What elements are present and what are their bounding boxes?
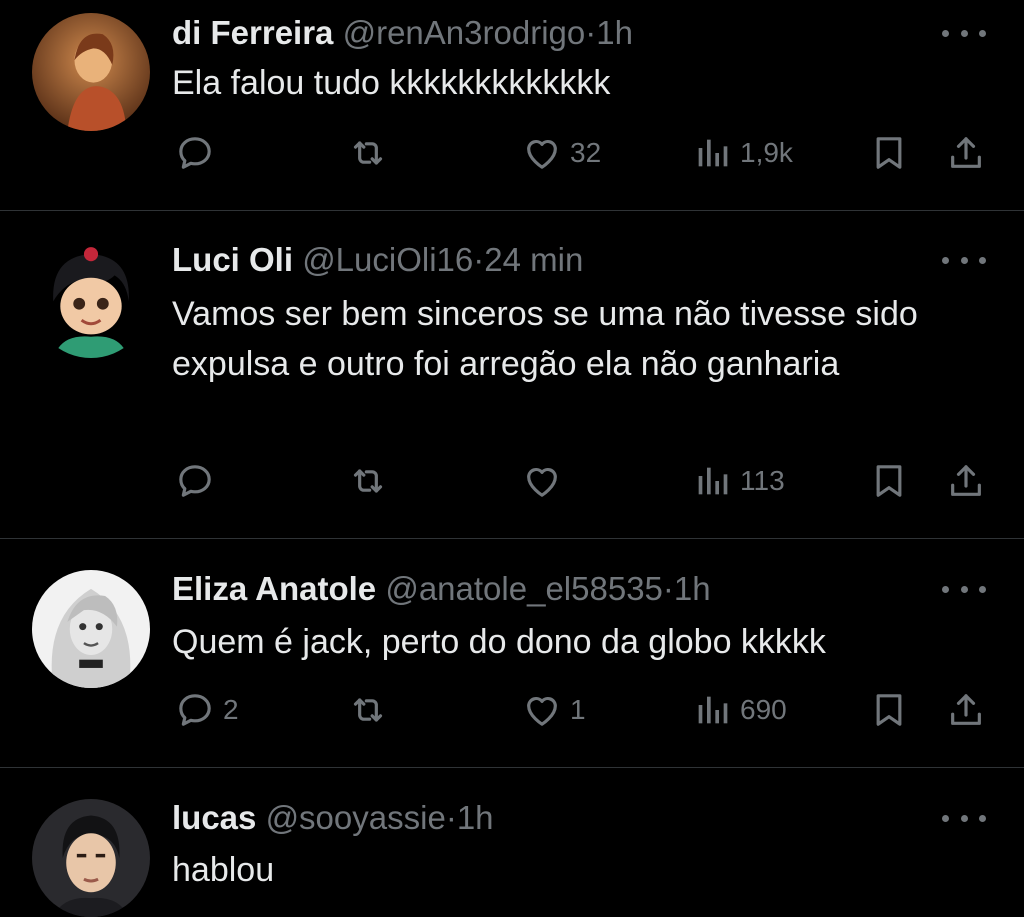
more-icon[interactable] <box>942 18 986 48</box>
retweet-icon <box>348 133 388 173</box>
more-icon[interactable] <box>942 803 986 833</box>
display-name[interactable]: Eliza Anatole <box>172 570 376 607</box>
timestamp[interactable]: 24 min <box>484 241 583 278</box>
like-button[interactable]: 32 <box>522 128 601 178</box>
view-count: 690 <box>740 694 787 725</box>
tweet-header: di Ferreira @renAn3rodrigo·1h <box>172 13 633 53</box>
display-name[interactable]: Luci Oli <box>172 241 293 278</box>
views-button[interactable]: 113 <box>692 456 785 506</box>
views-icon <box>692 690 732 730</box>
like-button[interactable] <box>522 456 570 506</box>
bookmark-button[interactable] <box>869 685 909 735</box>
action-bar: 113 <box>0 456 1024 506</box>
tweet-text: hablou <box>172 851 275 889</box>
reply-icon <box>175 133 215 173</box>
more-icon[interactable] <box>942 245 986 275</box>
tweet-text: Ela falou tudo kkkkkkkkkkkkk <box>172 64 611 102</box>
display-name[interactable]: lucas <box>172 799 256 836</box>
bookmark-icon <box>869 133 909 173</box>
timestamp[interactable]: 1h <box>674 570 711 607</box>
separator: · <box>585 14 597 51</box>
views-button[interactable]: 1,9k <box>692 128 793 178</box>
like-count: 32 <box>570 137 602 168</box>
share-icon <box>946 461 986 501</box>
like-count: 1 <box>570 694 586 725</box>
bookmark-button[interactable] <box>869 128 909 178</box>
separator: · <box>662 570 674 607</box>
retweet-button[interactable] <box>348 456 396 506</box>
bookmark-icon <box>869 690 909 730</box>
tweet-text: Vamos ser bem sinceros se uma não tivess… <box>172 295 918 383</box>
separator: · <box>445 799 457 836</box>
avatar[interactable] <box>32 13 150 131</box>
views-icon <box>692 133 732 173</box>
share-button[interactable] <box>946 456 986 506</box>
heart-icon <box>522 690 562 730</box>
action-bar: 2 1 690 <box>0 685 1024 735</box>
share-icon <box>946 690 986 730</box>
reply-icon <box>175 690 215 730</box>
tweet[interactable]: lucas @sooyassie·1h hablou <box>0 768 1024 917</box>
reply-button[interactable] <box>175 456 223 506</box>
timestamp[interactable]: 1h <box>457 799 494 836</box>
tweet-text: Quem é jack, perto do dono da globo kkkk… <box>172 623 826 661</box>
handle[interactable]: @renAn3rodrigo <box>343 14 586 51</box>
view-count: 1,9k <box>740 137 793 168</box>
handle[interactable]: @LuciOli16 <box>302 241 473 278</box>
bookmark-button[interactable] <box>869 456 909 506</box>
avatar[interactable] <box>32 570 150 688</box>
retweet-icon <box>348 690 388 730</box>
views-icon <box>692 461 732 501</box>
reply-count: 2 <box>223 694 239 725</box>
share-icon <box>946 133 986 173</box>
separator: · <box>473 241 485 278</box>
tweet[interactable]: di Ferreira @renAn3rodrigo·1h Ela falou … <box>0 0 1024 210</box>
reply-icon <box>175 461 215 501</box>
retweet-button[interactable] <box>348 128 396 178</box>
like-button[interactable]: 1 <box>522 685 586 735</box>
handle[interactable]: @sooyassie <box>266 799 446 836</box>
action-bar: 32 1,9k <box>0 128 1024 178</box>
avatar[interactable] <box>32 240 150 358</box>
avatar[interactable] <box>32 799 150 917</box>
handle[interactable]: @anatole_el58535 <box>385 570 663 607</box>
reply-button[interactable]: 2 <box>175 685 239 735</box>
retweet-icon <box>348 461 388 501</box>
reply-button[interactable] <box>175 128 223 178</box>
views-button[interactable]: 690 <box>692 685 787 735</box>
more-icon[interactable] <box>942 574 986 604</box>
share-button[interactable] <box>946 685 986 735</box>
heart-icon <box>522 461 562 501</box>
tweet-header: Eliza Anatole @anatole_el58535·1h <box>172 569 711 609</box>
share-button[interactable] <box>946 128 986 178</box>
timestamp[interactable]: 1h <box>596 14 633 51</box>
tweet[interactable]: Luci Oli @LuciOli16·24 min Vamos ser bem… <box>0 211 1024 538</box>
tweet-header: lucas @sooyassie·1h <box>172 798 494 838</box>
view-count: 113 <box>740 465 785 496</box>
tweet-header: Luci Oli @LuciOli16·24 min <box>172 240 583 280</box>
tweet[interactable]: Eliza Anatole @anatole_el58535·1h Quem é… <box>0 539 1024 767</box>
display-name[interactable]: di Ferreira <box>172 14 333 51</box>
heart-icon <box>522 133 562 173</box>
retweet-button[interactable] <box>348 685 396 735</box>
bookmark-icon <box>869 461 909 501</box>
